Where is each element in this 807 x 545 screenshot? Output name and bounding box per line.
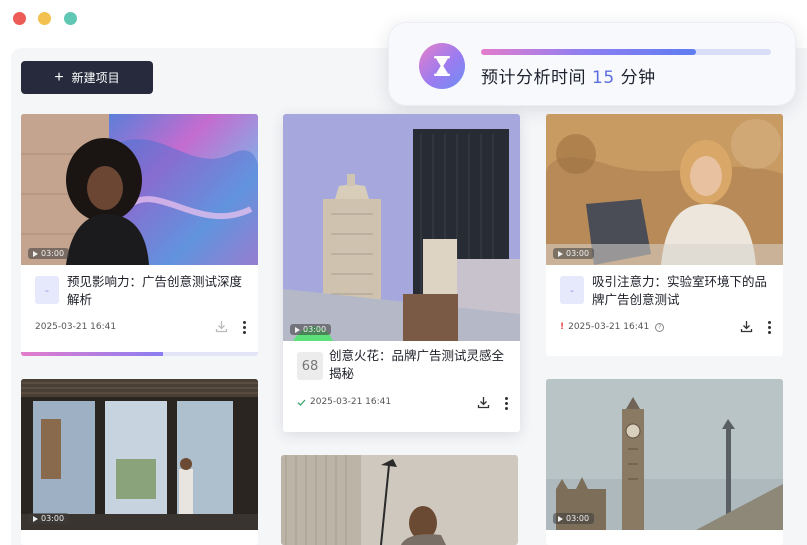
card-meta: 2025-03-21 16:41 <box>35 322 116 332</box>
card-meta: ! 2025-03-21 16:41 ? <box>560 322 665 332</box>
window-minimize-button[interactable] <box>38 12 51 25</box>
analysis-progress-fill <box>481 49 696 55</box>
project-card[interactable]: 03:00 - 吸引注意力：实验室环境下的品牌广告创意测试 ! 2025-03-… <box>546 114 783 356</box>
help-icon[interactable]: ? <box>655 322 665 332</box>
card-body: 68 创意火花：品牌广告测试灵感全揭秘 2025-03-21 16:41 <box>283 341 520 432</box>
video-thumbnail[interactable]: 03:00 <box>21 114 258 265</box>
more-options-icon[interactable] <box>767 321 771 334</box>
card-title[interactable]: 创意火花：品牌广告测试灵感全揭秘 <box>329 347 510 383</box>
analysis-progress-bar <box>481 49 771 55</box>
check-icon <box>297 399 306 406</box>
project-card[interactable]: 03:00 <box>546 379 783 545</box>
duration-label: 03:00 <box>303 325 327 334</box>
project-card[interactable]: 03:00 <box>21 379 258 545</box>
warning-icon: ! <box>560 322 565 332</box>
play-icon <box>33 250 38 257</box>
duration-label: 03:00 <box>41 514 65 523</box>
play-icon <box>295 326 300 333</box>
play-icon <box>558 515 563 522</box>
window-close-button[interactable] <box>13 12 26 25</box>
estimate-minutes: 15 <box>592 68 615 88</box>
video-duration-badge: 03:00 <box>553 248 595 259</box>
video-duration-badge: 03:00 <box>28 248 70 259</box>
document-icon: - <box>35 276 59 304</box>
duration-label: 03:00 <box>566 514 590 523</box>
project-card[interactable]: 03:00 - 预见影响力：广告创意测试深度解析 2025-03-21 16:4… <box>21 114 258 356</box>
card-body: - 吸引注意力：实验室环境下的品牌广告创意测试 ! 2025-03-21 16:… <box>546 265 783 356</box>
video-thumbnail[interactable]: 03:00 <box>546 114 783 265</box>
play-icon <box>558 250 563 257</box>
card-progress-fill <box>21 352 164 356</box>
document-icon: - <box>560 276 584 304</box>
card-timestamp: 2025-03-21 16:41 <box>35 322 117 332</box>
duration-label: 03:00 <box>566 249 590 258</box>
video-duration-badge: 03:00 <box>290 324 332 335</box>
duration-label: 03:00 <box>41 249 65 258</box>
new-project-button[interactable]: + 新建项目 <box>21 61 153 94</box>
card-meta: 2025-03-21 16:41 <box>297 397 391 407</box>
video-thumbnail[interactable] <box>281 455 518 545</box>
analysis-estimate-text: 预计分析时间 15 分钟 <box>481 63 656 88</box>
card-body: - 预见影响力：广告创意测试深度解析 2025-03-21 16:41 <box>21 265 258 356</box>
download-icon[interactable] <box>740 320 753 333</box>
card-title[interactable]: 预见影响力：广告创意测试深度解析 <box>67 273 248 309</box>
analysis-estimate-panel: 预计分析时间 15 分钟 <box>388 22 796 106</box>
plus-icon: + <box>54 68 64 86</box>
card-title[interactable]: 吸引注意力：实验室环境下的品牌广告创意测试 <box>592 273 773 309</box>
project-card[interactable] <box>281 455 518 545</box>
more-options-icon[interactable] <box>504 397 508 410</box>
card-timestamp: 2025-03-21 16:41 <box>568 322 650 332</box>
video-duration-badge: 03:00 <box>28 513 70 524</box>
hourglass-icon <box>419 43 465 89</box>
more-options-icon[interactable] <box>242 321 246 334</box>
card-progress-bar <box>21 352 258 356</box>
download-icon[interactable] <box>477 396 490 409</box>
estimate-prefix: 预计分析时间 <box>481 68 586 88</box>
estimate-suffix: 分钟 <box>620 68 656 88</box>
project-card[interactable]: 03:00 68 创意火花：品牌广告测试灵感全揭秘 2025-03-21 16:… <box>283 114 520 432</box>
video-thumbnail[interactable]: 03:00 <box>283 114 520 341</box>
score-badge: 68 <box>297 352 323 380</box>
new-project-label: 新建项目 <box>71 71 120 85</box>
video-duration-badge: 03:00 <box>553 513 595 524</box>
card-timestamp: 2025-03-21 16:41 <box>310 397 392 407</box>
window-maximize-button[interactable] <box>64 12 77 25</box>
download-icon[interactable] <box>215 320 228 333</box>
video-thumbnail[interactable]: 03:00 <box>546 379 783 530</box>
play-icon <box>33 515 38 522</box>
video-thumbnail[interactable]: 03:00 <box>21 379 258 530</box>
